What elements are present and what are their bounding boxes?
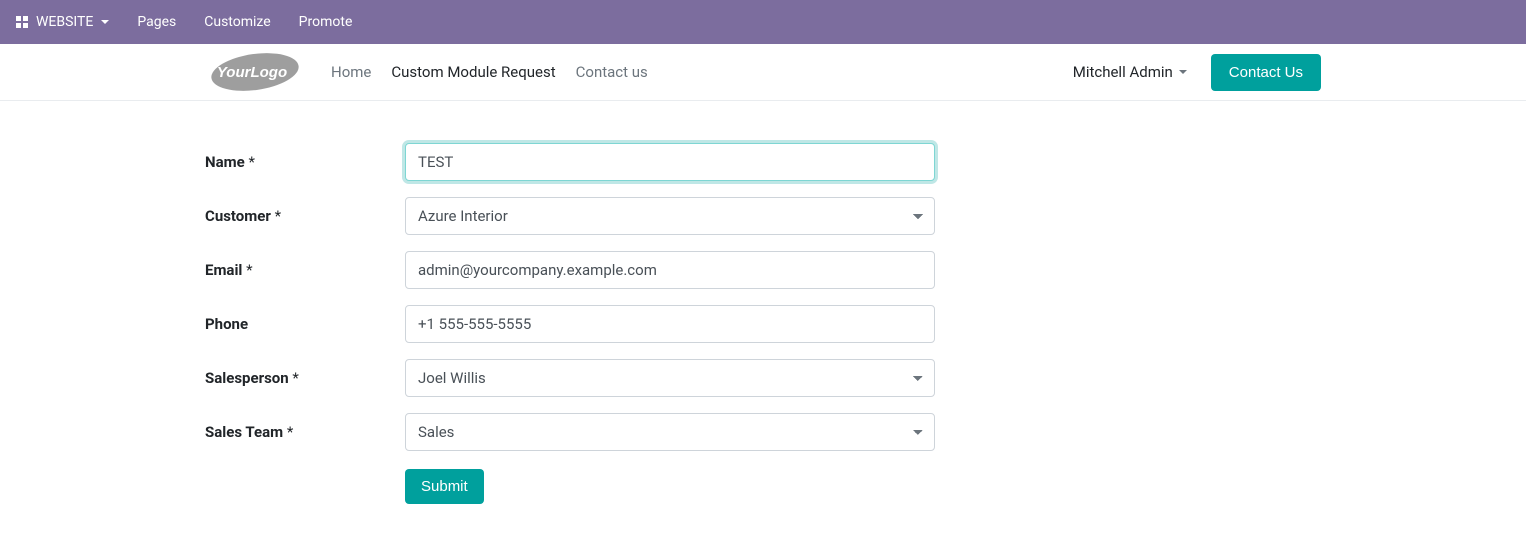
apps-grid-icon — [16, 16, 28, 28]
submit-button[interactable]: Submit — [405, 469, 484, 504]
editor-topbar-left: WEBSITE Pages Customize Promote — [16, 14, 352, 30]
svg-text:YourLogo: YourLogo — [217, 64, 287, 81]
customer-select[interactable]: Azure Interior — [405, 197, 935, 235]
chevron-down-icon — [1179, 70, 1187, 74]
topbar-item-label: Promote — [299, 14, 353, 30]
form-row-salesperson: Salesperson * Joel Willis — [205, 359, 1321, 397]
label-email: Email * — [205, 261, 405, 279]
required-asterisk: * — [248, 153, 254, 171]
topbar-customize[interactable]: Customize — [204, 14, 270, 30]
website-menu[interactable]: WEBSITE — [16, 14, 109, 30]
label-text: Email — [205, 261, 242, 279]
phone-input[interactable] — [405, 305, 935, 343]
user-name: Mitchell Admin — [1073, 63, 1173, 81]
page-content: Name * Customer * Azure Interior Email * — [193, 101, 1333, 544]
topbar-item-label: Pages — [137, 14, 176, 30]
field-customer: Azure Interior — [405, 197, 935, 235]
form-row-phone: Phone — [205, 305, 1321, 343]
user-menu[interactable]: Mitchell Admin — [1073, 63, 1187, 81]
label-phone: Phone — [205, 315, 405, 333]
site-header: YourLogo Home Custom Module Request Cont… — [0, 44, 1526, 101]
required-asterisk: * — [246, 261, 252, 279]
form-row-email: Email * — [205, 251, 1321, 289]
topbar-promote[interactable]: Promote — [299, 14, 353, 30]
form-row-sales-team: Sales Team * Sales — [205, 413, 1321, 451]
field-phone — [405, 305, 935, 343]
email-input[interactable] — [405, 251, 935, 289]
submit-row: Submit — [405, 469, 1321, 504]
request-form: Name * Customer * Azure Interior Email * — [205, 143, 1321, 504]
field-name — [405, 143, 935, 181]
label-sales-team: Sales Team * — [205, 423, 405, 441]
label-salesperson: Salesperson * — [205, 369, 405, 387]
nav-custom-module-request[interactable]: Custom Module Request — [391, 63, 555, 81]
header-nav: Home Custom Module Request Contact us — [331, 63, 648, 81]
required-asterisk: * — [292, 369, 298, 387]
salesperson-select[interactable]: Joel Willis — [405, 359, 935, 397]
field-email — [405, 251, 935, 289]
editor-topbar: WEBSITE Pages Customize Promote — [0, 0, 1526, 44]
logo-icon: YourLogo — [205, 52, 299, 92]
site-logo[interactable]: YourLogo — [205, 52, 299, 92]
chevron-down-icon — [101, 20, 109, 24]
website-menu-label: WEBSITE — [36, 14, 93, 30]
sales-team-select[interactable]: Sales — [405, 413, 935, 451]
required-asterisk: * — [287, 423, 293, 441]
label-text: Salesperson — [205, 369, 289, 387]
label-text: Name — [205, 153, 245, 171]
topbar-pages[interactable]: Pages — [137, 14, 176, 30]
nav-home[interactable]: Home — [331, 63, 371, 81]
nav-contact-us[interactable]: Contact us — [576, 63, 648, 81]
required-asterisk: * — [275, 207, 281, 225]
field-sales-team: Sales — [405, 413, 935, 451]
label-text: Sales Team — [205, 423, 283, 441]
label-customer: Customer * — [205, 207, 405, 225]
label-text: Phone — [205, 315, 248, 333]
form-row-name: Name * — [205, 143, 1321, 181]
topbar-item-label: Customize — [204, 14, 270, 30]
field-salesperson: Joel Willis — [405, 359, 935, 397]
label-text: Customer — [205, 207, 271, 225]
header-right: Mitchell Admin Contact Us — [1073, 54, 1321, 91]
site-header-inner: YourLogo Home Custom Module Request Cont… — [193, 44, 1333, 100]
contact-us-button[interactable]: Contact Us — [1211, 54, 1321, 91]
name-input[interactable] — [405, 143, 935, 181]
form-row-customer: Customer * Azure Interior — [205, 197, 1321, 235]
label-name: Name * — [205, 153, 405, 171]
